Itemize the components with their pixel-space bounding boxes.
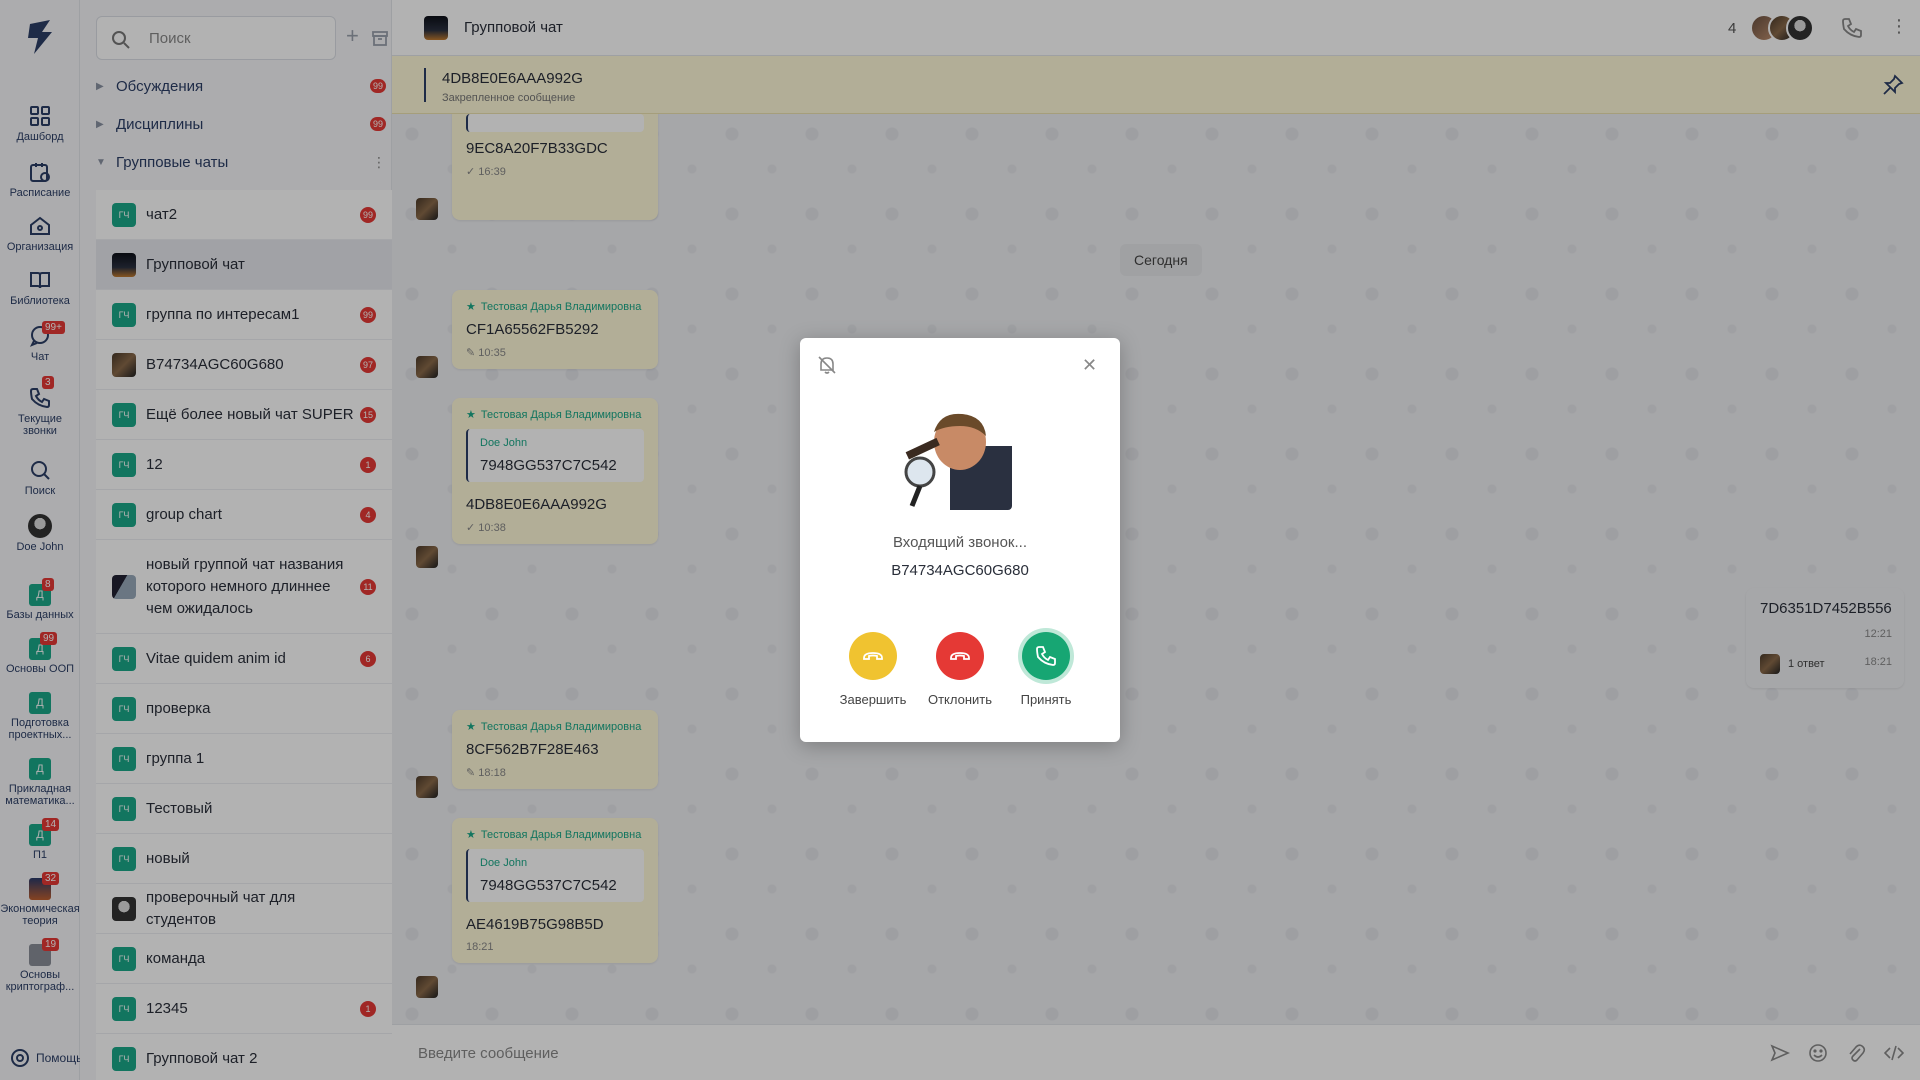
accept-call-button[interactable]: Принять	[1001, 632, 1091, 707]
hangup-icon	[863, 652, 883, 660]
end-call-label: Завершить	[839, 692, 907, 707]
close-icon[interactable]: ✕	[1082, 356, 1097, 374]
caller-photo-image	[900, 406, 1012, 510]
decline-call-circle[interactable]	[936, 632, 984, 680]
phone-icon	[1036, 646, 1056, 666]
accept-call-circle[interactable]	[1022, 632, 1070, 680]
accept-call-label: Принять	[1020, 692, 1072, 707]
end-call-circle[interactable]	[849, 632, 897, 680]
decline-call-button[interactable]: Отклонить	[915, 632, 1005, 707]
decline-call-label: Отклонить	[927, 692, 993, 707]
caller-photo	[900, 406, 1012, 510]
call-status: Входящий звонок...	[892, 534, 1028, 551]
caller-name: B74734AGC60G680	[891, 562, 1029, 579]
bell-off-icon[interactable]	[816, 354, 838, 376]
end-call-button[interactable]: Завершить	[828, 632, 918, 707]
hangup-icon	[950, 652, 970, 660]
incoming-call-dialog: ✕ Входящий звонок... B74734AGC60G680 Зав…	[800, 338, 1120, 742]
